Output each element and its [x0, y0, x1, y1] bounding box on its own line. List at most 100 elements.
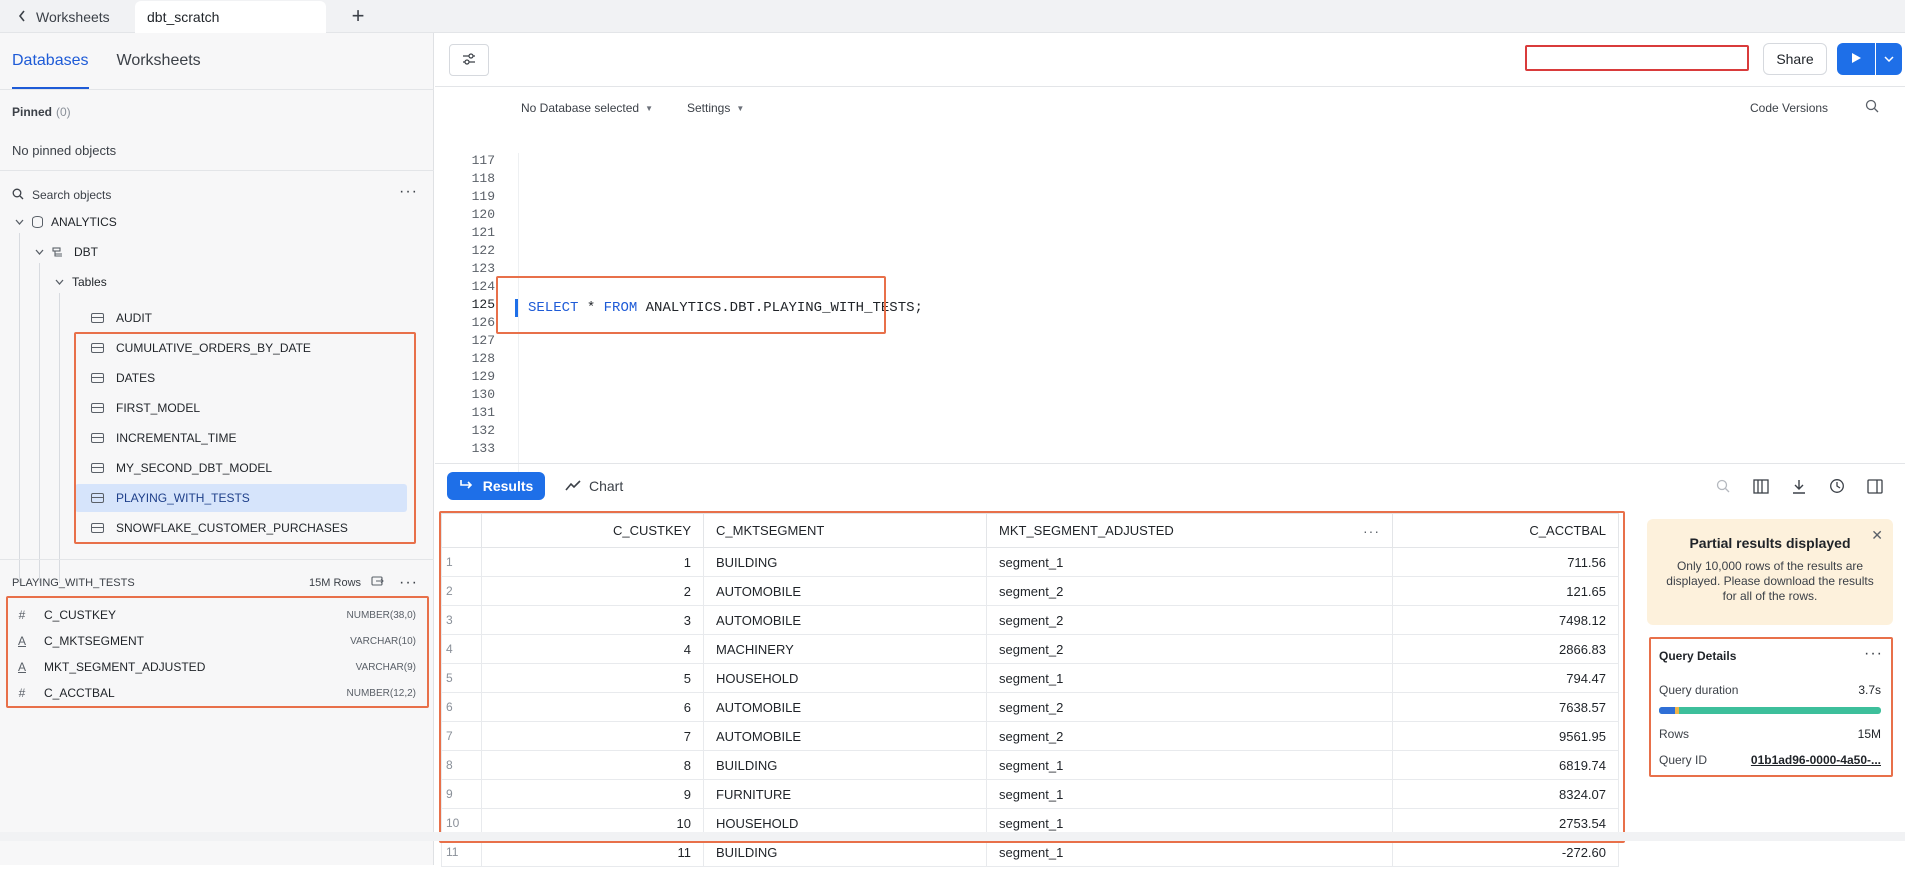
- history-icon[interactable]: [1827, 476, 1847, 496]
- column-header[interactable]: C_CUSTKEY: [481, 513, 704, 548]
- query-id-link[interactable]: 01b1ad96-0000-4a50-...: [1751, 753, 1881, 767]
- table-item[interactable]: INCREMENTAL_TIME: [75, 424, 407, 452]
- column-item[interactable]: # C_ACCTBAL NUMBER(12,2): [14, 680, 416, 706]
- table-cell[interactable]: 7498.12: [1392, 605, 1619, 635]
- table-cell[interactable]: AUTOMOBILE: [703, 721, 987, 751]
- more-options-icon[interactable]: ···: [399, 574, 418, 590]
- split-panel-icon[interactable]: [1865, 476, 1885, 496]
- tree-schema-dbt[interactable]: DBT: [34, 239, 98, 265]
- settings-dropdown[interactable]: Settings ▼: [687, 101, 744, 115]
- table-item[interactable]: CUMULATIVE_ORDERS_BY_DATE: [75, 334, 407, 362]
- table-cell[interactable]: 8: [481, 750, 704, 780]
- table-cell[interactable]: 6819.74: [1392, 750, 1619, 780]
- table-item-selected[interactable]: PLAYING_WITH_TESTS: [75, 484, 407, 512]
- database-selector[interactable]: No Database selected ▼: [521, 101, 653, 115]
- column-item[interactable]: # C_CUSTKEY NUMBER(38,0): [14, 602, 416, 628]
- code-versions-button[interactable]: Code Versions: [1750, 101, 1828, 115]
- column-menu-icon[interactable]: ···: [1363, 523, 1380, 539]
- table-item[interactable]: DATES: [75, 364, 407, 392]
- table-cell[interactable]: FURNITURE: [703, 779, 987, 809]
- table-cell[interactable]: AUTOMOBILE: [703, 576, 987, 606]
- download-icon[interactable]: [1789, 476, 1809, 496]
- table-row[interactable]: 9 9 FURNITURE segment_1 8324.07: [441, 779, 1619, 809]
- more-options-icon[interactable]: ···: [1864, 645, 1883, 663]
- table-cell[interactable]: 9: [481, 779, 704, 809]
- table-cell[interactable]: segment_1: [986, 663, 1393, 693]
- worksheet-title-field[interactable]: [1525, 45, 1749, 71]
- horizontal-scrollbar[interactable]: [0, 832, 1905, 841]
- table-cell[interactable]: 711.56: [1392, 547, 1619, 577]
- table-cell[interactable]: 11: [481, 837, 704, 867]
- table-cell[interactable]: segment_2: [986, 634, 1393, 664]
- column-item[interactable]: A MKT_SEGMENT_ADJUSTED VARCHAR(9): [14, 654, 416, 680]
- search-results-icon[interactable]: [1713, 476, 1733, 496]
- run-options-dropdown[interactable]: [1876, 43, 1902, 75]
- table-cell[interactable]: 4: [481, 634, 704, 664]
- table-cell[interactable]: BUILDING: [703, 750, 987, 780]
- table-cell[interactable]: 9561.95: [1392, 721, 1619, 751]
- table-cell[interactable]: 794.47: [1392, 663, 1619, 693]
- table-row[interactable]: 7 7 AUTOMOBILE segment_2 9561.95: [441, 721, 1619, 751]
- table-cell[interactable]: segment_2: [986, 721, 1393, 751]
- table-item[interactable]: FIRST_MODEL: [75, 394, 407, 422]
- editor-search-icon[interactable]: [1865, 99, 1879, 116]
- column-item[interactable]: A C_MKTSEGMENT VARCHAR(10): [14, 628, 416, 654]
- table-row[interactable]: 11 11 BUILDING segment_1 -272.60: [441, 837, 1619, 867]
- table-row[interactable]: 1 1 BUILDING segment_1 711.56: [441, 547, 1619, 577]
- table-cell[interactable]: segment_1: [986, 837, 1393, 867]
- code-line-125[interactable]: SELECT * FROM ANALYTICS.DBT.PLAYING_WITH…: [515, 296, 923, 320]
- run-button[interactable]: [1837, 43, 1875, 75]
- table-cell[interactable]: 121.65: [1392, 576, 1619, 606]
- table-cell[interactable]: 7638.57: [1392, 692, 1619, 722]
- table-cell[interactable]: AUTOMOBILE: [703, 692, 987, 722]
- table-row[interactable]: 3 3 AUTOMOBILE segment_2 7498.12: [441, 605, 1619, 635]
- search-objects-input[interactable]: [32, 188, 332, 202]
- table-cell[interactable]: segment_1: [986, 750, 1393, 780]
- table-row[interactable]: 5 5 HOUSEHOLD segment_1 794.47: [441, 663, 1619, 693]
- filter-button[interactable]: [449, 44, 489, 76]
- table-cell[interactable]: segment_1: [986, 779, 1393, 809]
- table-row[interactable]: 4 4 MACHINERY segment_2 2866.83: [441, 634, 1619, 664]
- table-cell[interactable]: BUILDING: [703, 837, 987, 867]
- table-item[interactable]: MY_SECOND_DBT_MODEL: [75, 454, 407, 482]
- column-header-with-menu[interactable]: MKT_SEGMENT_ADJUSTED ···: [986, 513, 1393, 548]
- table-cell[interactable]: segment_2: [986, 605, 1393, 635]
- table-item[interactable]: AUDIT: [75, 304, 407, 332]
- table-cell[interactable]: 2866.83: [1392, 634, 1619, 664]
- table-row[interactable]: 6 6 AUTOMOBILE segment_2 7638.57: [441, 692, 1619, 722]
- table-cell[interactable]: segment_2: [986, 576, 1393, 606]
- table-cell[interactable]: HOUSEHOLD: [703, 663, 987, 693]
- more-options-icon[interactable]: ···: [399, 184, 418, 200]
- add-tab-button[interactable]: +: [348, 3, 368, 29]
- table-item[interactable]: SNOWFLAKE_CUSTOMER_PURCHASES: [75, 514, 407, 542]
- table-row[interactable]: 2 2 AUTOMOBILE segment_2 121.65: [441, 576, 1619, 606]
- columns-icon[interactable]: [1751, 476, 1771, 496]
- table-cell[interactable]: 2: [481, 576, 704, 606]
- tree-folder-tables[interactable]: Tables: [54, 269, 107, 295]
- tab-worksheets[interactable]: Worksheets: [117, 33, 201, 89]
- table-row[interactable]: 8 8 BUILDING segment_1 6819.74: [441, 750, 1619, 780]
- search-objects[interactable]: ···: [12, 184, 418, 205]
- table-cell[interactable]: 6: [481, 692, 704, 722]
- table-cell[interactable]: 1: [481, 547, 704, 577]
- tab-dbt-scratch[interactable]: dbt_scratch: [135, 1, 326, 33]
- table-cell[interactable]: 8324.07: [1392, 779, 1619, 809]
- table-cell[interactable]: MACHINERY: [703, 634, 987, 664]
- tree-database-analytics[interactable]: ANALYTICS: [14, 209, 117, 235]
- chart-tab[interactable]: Chart: [565, 472, 623, 500]
- worksheets-back-tab[interactable]: Worksheets: [18, 0, 110, 33]
- table-cell[interactable]: 3: [481, 605, 704, 635]
- table-cell[interactable]: segment_2: [986, 692, 1393, 722]
- column-header[interactable]: C_ACCTBAL: [1392, 513, 1619, 548]
- column-header[interactable]: C_MKTSEGMENT: [703, 513, 987, 548]
- table-cell[interactable]: -272.60: [1392, 837, 1619, 867]
- share-button[interactable]: Share: [1763, 43, 1827, 75]
- table-cell[interactable]: BUILDING: [703, 547, 987, 577]
- table-cell[interactable]: 5: [481, 663, 704, 693]
- tab-databases[interactable]: Databases: [12, 33, 89, 89]
- table-cell[interactable]: 7: [481, 721, 704, 751]
- preview-icon[interactable]: [371, 575, 385, 590]
- table-cell[interactable]: segment_1: [986, 547, 1393, 577]
- results-tab[interactable]: Results: [447, 472, 545, 500]
- table-cell[interactable]: AUTOMOBILE: [703, 605, 987, 635]
